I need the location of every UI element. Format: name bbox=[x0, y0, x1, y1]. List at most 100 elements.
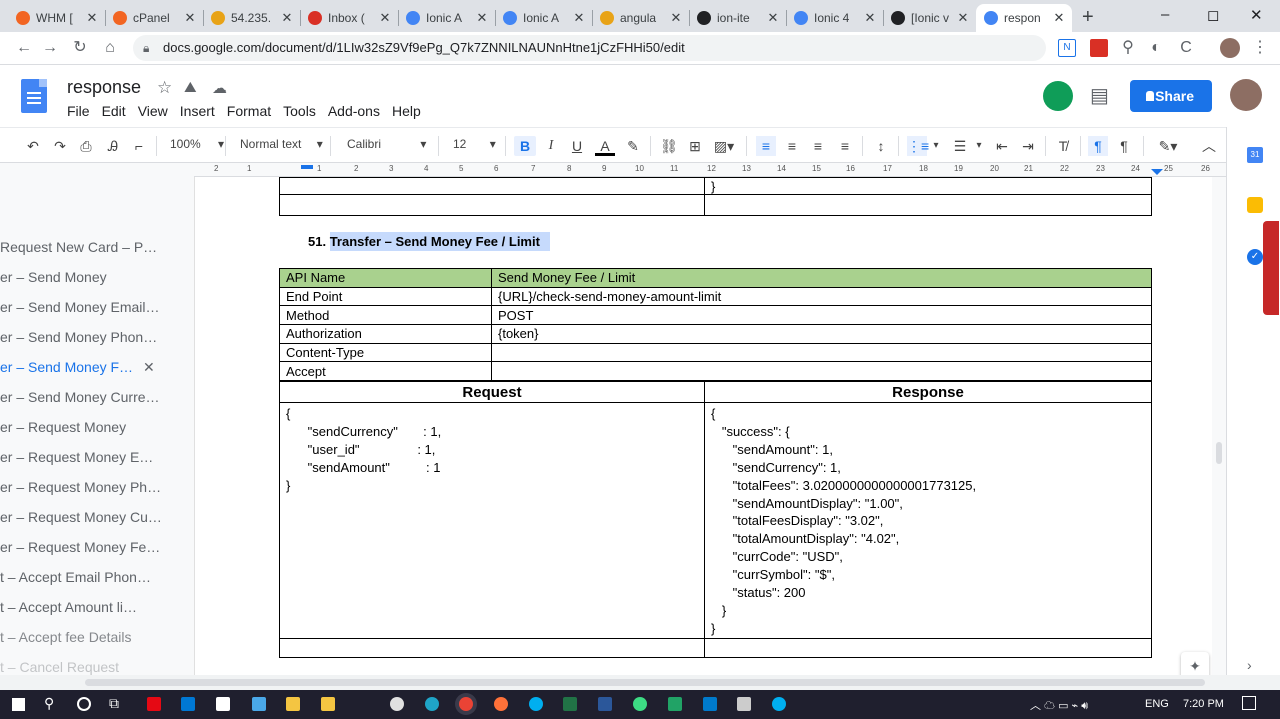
keep-icon[interactable] bbox=[1247, 197, 1263, 213]
spellcheck-icon[interactable]: Ꭿ bbox=[104, 136, 122, 156]
api-field-key[interactable]: Authorization bbox=[279, 324, 492, 344]
doc-page[interactable]: } 51. Transfer – Send Money Fee / Limit … bbox=[194, 177, 1222, 680]
browser-tab[interactable]: 54.235. ✕ bbox=[203, 4, 300, 32]
docs-logo-icon[interactable] bbox=[21, 79, 47, 113]
outline-item[interactable]: Request New Card – P… bbox=[0, 239, 157, 255]
extension-red-icon[interactable] bbox=[1090, 39, 1108, 57]
maximize-button[interactable]: ◻ bbox=[1207, 6, 1219, 24]
align-justify-icon[interactable]: ≡ bbox=[836, 136, 854, 156]
collapse-toolbar-icon[interactable]: ︿ bbox=[1200, 136, 1218, 156]
api-field-key[interactable]: End Point bbox=[279, 286, 492, 307]
minimize-button[interactable]: – bbox=[1161, 6, 1169, 23]
browser-tab[interactable]: Inbox (✕ bbox=[300, 4, 398, 32]
menu-help[interactable]: Help bbox=[392, 103, 421, 119]
tab-close-icon[interactable]: ✕ bbox=[572, 10, 586, 26]
style-select[interactable]: Normal text ▾ bbox=[240, 137, 323, 151]
browser-tab[interactable]: Ionic A ✕ bbox=[398, 4, 495, 32]
cloud-status-icon[interactable]: ☁ bbox=[212, 79, 227, 97]
decrease-indent-icon[interactable]: ⇤ bbox=[993, 136, 1011, 156]
home-icon[interactable]: ⌂ bbox=[100, 38, 120, 58]
api-field-key[interactable]: Accept bbox=[279, 361, 492, 382]
rtl-text-icon[interactable]: ¶ bbox=[1115, 136, 1133, 156]
highlight-icon[interactable]: ✎ bbox=[624, 136, 642, 156]
api-field-value[interactable] bbox=[491, 361, 1152, 382]
api-field-value[interactable]: {URL}/check-send-money-amount-limit bbox=[491, 286, 1152, 307]
comment-history-icon[interactable]: ▤ bbox=[1090, 83, 1109, 108]
taskbar-firefox-icon[interactable] bbox=[494, 697, 508, 711]
account-avatar[interactable] bbox=[1230, 79, 1262, 111]
api-field-value[interactable]: POST bbox=[491, 305, 1152, 326]
outline-item[interactable]: er – Send Money Email… bbox=[0, 299, 160, 315]
tab-close-icon[interactable]: ✕ bbox=[183, 10, 197, 26]
notifications-icon[interactable] bbox=[1242, 696, 1256, 710]
reload-icon[interactable]: ↻ bbox=[70, 38, 90, 58]
right-indent-marker[interactable] bbox=[1151, 169, 1163, 175]
browser-tab[interactable]: [Ionic v ✕ bbox=[883, 4, 976, 32]
taskbar-vscode-icon[interactable] bbox=[703, 697, 717, 711]
menu-kebab-icon[interactable]: ⋮ bbox=[1250, 38, 1270, 58]
extension-c-icon[interactable]: C bbox=[1176, 38, 1196, 58]
api-field-value[interactable]: {token} bbox=[491, 324, 1152, 344]
outline-item[interactable]: t – Cancel Request bbox=[0, 659, 119, 675]
redo-icon[interactable]: ↷ bbox=[51, 136, 69, 156]
clear-formatting-icon[interactable]: T̸ bbox=[1054, 136, 1072, 156]
url-input[interactable]: 🔒︎ docs.google.com/document/d/1LIw32sZ9V… bbox=[133, 35, 1046, 61]
new-tab-button[interactable]: + bbox=[1082, 6, 1094, 29]
api-field-value[interactable]: Send Money Fee / Limit bbox=[491, 268, 1152, 288]
taskbar-netflix-icon[interactable] bbox=[147, 697, 161, 711]
tasks-icon[interactable]: ✓ bbox=[1247, 249, 1263, 265]
outline-item[interactable]: er – Send Money F… bbox=[0, 359, 133, 375]
outline-item[interactable]: er – Request Money bbox=[0, 419, 126, 435]
tab-close-icon[interactable]: ✕ bbox=[378, 10, 392, 26]
api-field-key[interactable]: Method bbox=[279, 305, 492, 326]
increase-indent-icon[interactable]: ⇥ bbox=[1019, 136, 1037, 156]
outline-item[interactable]: er – Request Money Fe… bbox=[0, 539, 160, 555]
bold-button[interactable]: B bbox=[514, 136, 536, 156]
screenrec-widget[interactable] bbox=[1263, 221, 1279, 315]
doc-title[interactable]: response bbox=[67, 77, 141, 98]
taskbar-store-icon[interactable] bbox=[216, 697, 230, 711]
menu-addons[interactable]: Add-ons bbox=[328, 103, 380, 119]
outline-remove-icon[interactable]: ✕ bbox=[143, 359, 155, 376]
bulleted-list-dropdown-icon[interactable]: ▾ bbox=[973, 136, 985, 156]
search-icon[interactable]: ⚲ bbox=[1118, 38, 1138, 58]
align-right-icon[interactable]: ≡ bbox=[809, 136, 827, 156]
request-body[interactable]: { "sendCurrency" : 1, "user_id" : 1, "se… bbox=[279, 402, 705, 639]
taskbar-notepad-icon[interactable] bbox=[252, 697, 266, 711]
windows-start-icon[interactable] bbox=[12, 698, 25, 711]
move-icon[interactable]: ⛰ bbox=[184, 79, 197, 96]
taskbar-android-icon[interactable] bbox=[633, 697, 647, 711]
first-line-indent-marker[interactable] bbox=[301, 165, 313, 169]
outline-item[interactable]: er – Send Money Phon… bbox=[0, 329, 157, 345]
underline-button[interactable]: U bbox=[568, 136, 586, 156]
taskbar-mail-icon[interactable] bbox=[181, 697, 195, 711]
menu-view[interactable]: View bbox=[138, 103, 168, 119]
tab-close-icon[interactable]: ✕ bbox=[85, 10, 99, 26]
browser-tab[interactable]: Ionic A ✕ bbox=[495, 4, 592, 32]
browser-tab[interactable]: respon ✕ bbox=[976, 4, 1072, 32]
taskbar-app-icon[interactable] bbox=[390, 697, 404, 711]
outline-item[interactable]: er – Request Money Ph… bbox=[0, 479, 161, 495]
system-tray-icons[interactable]: ︿ ☁ ▭ ⌁ 🔊︎ bbox=[1030, 697, 1088, 713]
star-icon[interactable]: ☆ bbox=[157, 78, 172, 98]
font-select[interactable]: Calibri ▾ bbox=[347, 137, 426, 151]
clock[interactable]: 7:20 PM bbox=[1183, 698, 1224, 710]
bulleted-list-icon[interactable]: ☰ bbox=[951, 136, 969, 156]
back-icon[interactable]: ← bbox=[14, 38, 34, 58]
browser-tab[interactable]: angula ✕ bbox=[592, 4, 689, 32]
align-center-icon[interactable]: ≡ bbox=[783, 136, 801, 156]
tab-close-icon[interactable]: ✕ bbox=[766, 10, 780, 26]
taskbar-explorer-icon[interactable] bbox=[286, 697, 300, 711]
cortana-icon[interactable] bbox=[77, 697, 91, 711]
section-heading[interactable]: 51. Transfer – Send Money Fee / Limit bbox=[308, 232, 550, 251]
outline-item[interactable]: t – Accept Amount li… bbox=[0, 599, 137, 615]
language-indicator[interactable]: ENG bbox=[1145, 698, 1169, 710]
font-size-select[interactable]: 12 ▾ bbox=[453, 137, 496, 151]
browser-tab[interactable]: cPanel ✕ bbox=[105, 4, 203, 32]
browser-tab[interactable]: WHM [✕ bbox=[8, 4, 105, 32]
italic-button[interactable]: I bbox=[542, 136, 560, 156]
outline-item[interactable]: er – Request Money Cu… bbox=[0, 509, 162, 525]
ltr-text-icon[interactable]: ¶ bbox=[1088, 136, 1108, 156]
share-button[interactable]: Share bbox=[1130, 80, 1212, 112]
collaborator-avatar[interactable] bbox=[1043, 81, 1073, 111]
